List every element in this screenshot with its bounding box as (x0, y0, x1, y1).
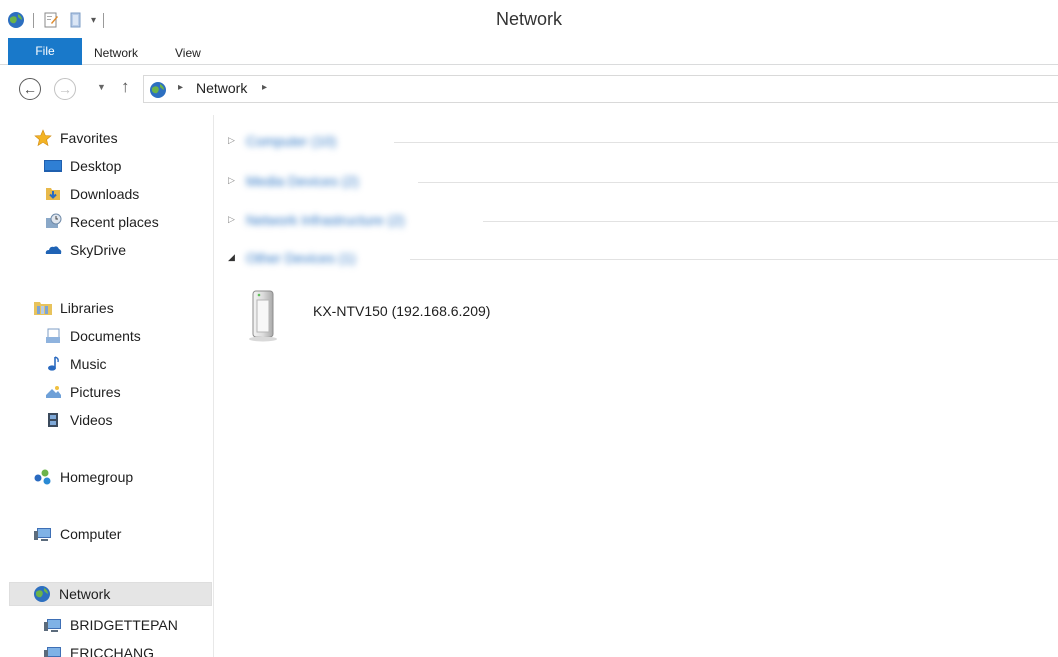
documents-icon (43, 327, 63, 345)
nav-label: Libraries (60, 300, 114, 316)
nav-item-downloads[interactable]: Downloads (43, 182, 139, 206)
videos-icon (43, 411, 63, 429)
device-name: KX-NTV150 (192.168.6.209) (313, 303, 491, 319)
back-button[interactable]: ← (19, 78, 41, 100)
tab-file[interactable]: File (8, 38, 82, 65)
group-header-media-devices[interactable]: ▷ Media Devices (2) (228, 172, 1058, 192)
nav-label: Downloads (70, 186, 140, 202)
recent-places-icon (43, 213, 63, 231)
group-title: Other Devices (1) (246, 250, 356, 266)
nav-label: BRIDGETTEPAN (70, 617, 178, 633)
group-title: Media Devices (2) (246, 173, 359, 189)
up-arrow-icon: ↑ (121, 77, 130, 96)
downloads-icon (43, 185, 63, 203)
nav-label: Music (70, 356, 107, 372)
tab-view[interactable]: View (175, 38, 201, 65)
group-divider (418, 182, 1058, 183)
recent-locations-dropdown[interactable]: ▼ (97, 82, 106, 92)
libraries-icon (33, 299, 53, 317)
up-button[interactable]: ↑ (121, 77, 130, 97)
title-bar: ▾ Network (0, 0, 1058, 38)
group-header-network-infrastructure[interactable]: ▷ Network Infrastructure (2) (228, 211, 1058, 231)
homegroup-icon (33, 468, 53, 486)
expand-arrow-icon[interactable]: ▷ (228, 135, 235, 146)
nav-label: Videos (70, 412, 113, 428)
network-device-icon (245, 288, 285, 347)
computer-icon (43, 616, 63, 634)
nav-item-documents[interactable]: Documents (43, 324, 141, 348)
group-divider (394, 142, 1058, 143)
nav-libraries[interactable]: Libraries (33, 296, 114, 320)
back-arrow-icon: ← (23, 81, 37, 97)
navigation-pane: Favorites Desktop Downloads Recent place… (0, 115, 214, 657)
nav-label: Computer (60, 526, 122, 542)
nav-homegroup[interactable]: Homegroup (33, 465, 133, 489)
music-icon (43, 355, 63, 373)
address-separator-chevron[interactable]: ▸ (262, 82, 267, 93)
nav-label: Favorites (60, 130, 118, 146)
device-item[interactable]: KX-NTV150 (192.168.6.209) (245, 288, 490, 347)
nav-label: Network (59, 586, 111, 602)
nav-label: SkyDrive (70, 242, 127, 258)
nav-label: ERICCHANG (70, 645, 155, 657)
forward-button[interactable]: → (54, 78, 76, 100)
tab-network[interactable]: Network (94, 38, 138, 65)
address-bar[interactable]: ▸ Network ▸ (143, 75, 1058, 103)
nav-label: Homegroup (60, 469, 134, 485)
group-divider (410, 259, 1058, 260)
nav-label: Documents (70, 328, 141, 344)
nav-item-skydrive[interactable]: SkyDrive (43, 238, 126, 262)
expand-arrow-icon[interactable]: ▷ (228, 175, 235, 186)
group-title: Computer (10) (246, 133, 337, 149)
computer-icon (33, 525, 53, 543)
expand-arrow-icon[interactable]: ▷ (228, 214, 235, 225)
nav-computer[interactable]: Computer (33, 522, 121, 546)
group-title: Network Infrastructure (2) (246, 212, 405, 228)
group-header-computer[interactable]: ▷ Computer (10) (228, 132, 1058, 152)
window-title: Network (495, 9, 562, 29)
nav-item-pictures[interactable]: Pictures (43, 380, 121, 404)
skydrive-icon (43, 241, 63, 259)
pictures-icon (43, 383, 63, 401)
network-globe-icon (32, 585, 52, 603)
nav-item-music[interactable]: Music (43, 352, 107, 376)
content-pane: ▷ Computer (10) ▷ Media Devices (2) ▷ Ne… (215, 115, 1058, 657)
breadcrumb-network[interactable]: Network (196, 80, 247, 96)
group-header-other-devices[interactable]: ◢ Other Devices (1) (228, 249, 1058, 269)
nav-label: Desktop (70, 158, 122, 174)
navigation-bar: ← → ▼ ↑ ▸ Network ▸ (0, 73, 1058, 105)
nav-item-videos[interactable]: Videos (43, 408, 113, 432)
nav-label: Pictures (70, 384, 121, 400)
nav-item-bridgettepan[interactable]: BRIDGETTEPAN (43, 613, 178, 637)
nav-favorites[interactable]: Favorites (33, 126, 118, 150)
group-divider (483, 221, 1058, 222)
nav-network[interactable]: Network (9, 582, 212, 606)
address-separator-chevron[interactable]: ▸ (178, 82, 183, 93)
nav-item-recent-places[interactable]: Recent places (43, 210, 159, 234)
nav-label: Recent places (70, 214, 159, 230)
collapse-arrow-icon[interactable]: ◢ (228, 252, 235, 263)
ribbon-tabs: File Network View (0, 38, 1058, 65)
nav-item-ericchang[interactable]: ERICCHANG (43, 641, 154, 657)
network-globe-icon (149, 81, 167, 102)
nav-item-desktop[interactable]: Desktop (43, 154, 121, 178)
desktop-icon (43, 157, 63, 175)
computer-icon (43, 644, 63, 657)
star-icon (33, 129, 53, 147)
forward-arrow-icon: → (58, 81, 72, 97)
